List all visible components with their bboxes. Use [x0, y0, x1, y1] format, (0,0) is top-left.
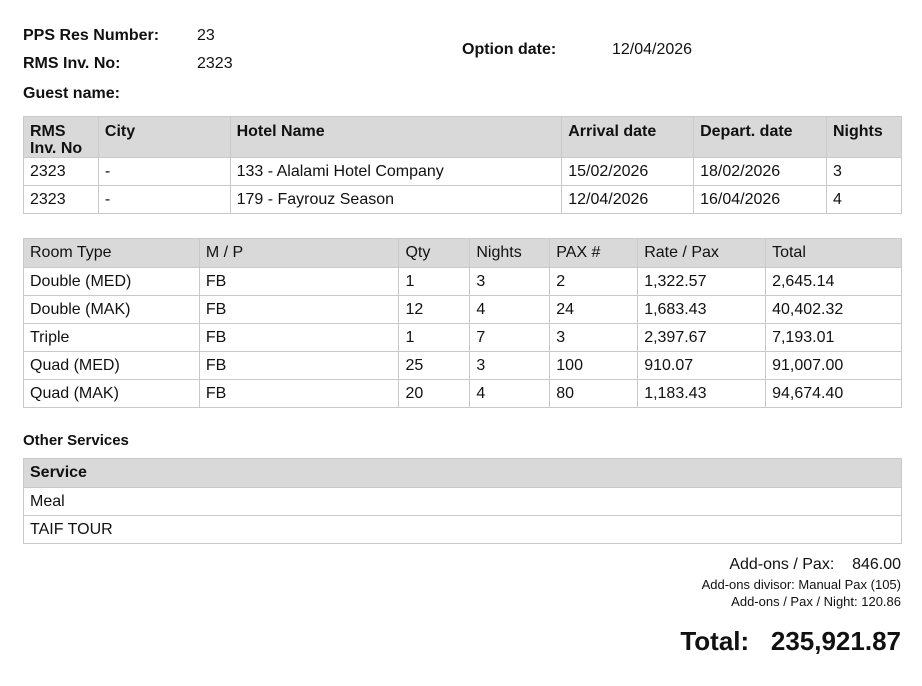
- cell: Triple: [23, 323, 200, 352]
- cell: 7: [469, 323, 551, 352]
- total-value: 235,921.87: [770, 626, 901, 656]
- cell: 15/02/2026: [561, 157, 695, 186]
- table-row: Meal: [23, 487, 902, 516]
- table-row: Quad (MED) FB 25 3 100 910.07 91,007.00: [23, 351, 902, 380]
- cell: 1: [398, 323, 471, 352]
- guest-name-label: Guest name:: [23, 85, 120, 102]
- col-pax: PAX #: [549, 238, 639, 268]
- cell: 2323: [23, 157, 99, 186]
- cell: 20: [398, 379, 471, 408]
- cell: 25: [398, 351, 471, 380]
- total-label: Total:: [680, 626, 750, 656]
- cell: 4: [826, 185, 902, 214]
- col-depart-date: Depart. date: [693, 116, 827, 158]
- cell: 16/04/2026: [693, 185, 827, 214]
- col-city: City: [97, 116, 231, 158]
- cell: 2: [549, 267, 639, 296]
- col-total: Total: [765, 238, 902, 268]
- rms-inv-label: RMS Inv. No:: [23, 55, 121, 72]
- cell: FB: [198, 351, 400, 380]
- other-services-title: Other Services: [23, 432, 129, 449]
- col-service: Service: [23, 458, 902, 488]
- cell: 3: [469, 351, 551, 380]
- addons-divisor: Add-ons divisor: Manual Pax (105): [701, 577, 901, 592]
- cell: 7,193.01: [765, 323, 902, 352]
- addons-per-pax: Add-ons / Pax: 846.00: [729, 556, 901, 574]
- cell: FB: [198, 379, 400, 408]
- addons-value: 846.00: [852, 556, 901, 573]
- pps-res-value: 23: [197, 27, 215, 44]
- cell: FB: [198, 323, 400, 352]
- col-nights: Nights: [469, 238, 551, 268]
- cell: 24: [549, 295, 639, 324]
- cell: 2,397.67: [637, 323, 767, 352]
- hotels-header-row: RMS Inv. No City Hotel Name Arrival date…: [23, 116, 902, 158]
- cell: 1: [398, 267, 471, 296]
- cell: Double (MED): [23, 267, 200, 296]
- table-row: TAIF TOUR: [23, 515, 902, 544]
- option-date-label: Option date:: [462, 41, 557, 58]
- cell: FB: [198, 267, 400, 296]
- cell: 12: [398, 295, 471, 324]
- cell: -: [97, 157, 231, 186]
- services-table: Service Meal TAIF TOUR: [23, 458, 902, 544]
- cell: 3: [826, 157, 902, 186]
- table-row: Double (MAK) FB 12 4 24 1,683.43 40,402.…: [23, 295, 902, 324]
- col-rms-inv: RMS Inv. No: [23, 116, 99, 158]
- cell: 80: [549, 379, 639, 408]
- hotels-table: RMS Inv. No City Hotel Name Arrival date…: [23, 116, 902, 214]
- col-qty: Qty: [398, 238, 471, 268]
- cell: 12/04/2026: [561, 185, 695, 214]
- addons-label: Add-ons / Pax:: [729, 556, 835, 573]
- cell: 3: [549, 323, 639, 352]
- option-date-value: 12/04/2026: [612, 41, 693, 58]
- cell: Quad (MAK): [23, 379, 200, 408]
- col-nights: Nights: [826, 116, 902, 158]
- rms-inv-value: 2323: [197, 55, 233, 72]
- cell: 3: [469, 267, 551, 296]
- table-row: Double (MED) FB 1 3 2 1,322.57 2,645.14: [23, 267, 902, 296]
- cell: Meal: [23, 487, 902, 516]
- col-rate-per-pax: Rate / Pax: [637, 238, 767, 268]
- cell: 179 - Fayrouz Season: [229, 185, 563, 214]
- table-row: Triple FB 1 7 3 2,397.67 7,193.01: [23, 323, 902, 352]
- table-row: Quad (MAK) FB 20 4 80 1,183.43 94,674.40: [23, 379, 902, 408]
- addons-per-night: Add-ons / Pax / Night: 120.86: [731, 594, 901, 609]
- cell: 4: [469, 295, 551, 324]
- cell: Double (MAK): [23, 295, 200, 324]
- rooms-header-row: Room Type M / P Qty Nights PAX # Rate / …: [23, 238, 902, 268]
- cell: TAIF TOUR: [23, 515, 902, 544]
- cell: 1,322.57: [637, 267, 767, 296]
- cell: -: [97, 185, 231, 214]
- cell: 1,683.43: [637, 295, 767, 324]
- grand-total: Total: 235,921.87: [680, 626, 901, 657]
- cell: 94,674.40: [765, 379, 902, 408]
- cell: 40,402.32: [765, 295, 902, 324]
- cell: FB: [198, 295, 400, 324]
- table-row: 2323 - 179 - Fayrouz Season 12/04/2026 1…: [23, 185, 902, 214]
- cell: 1,183.43: [637, 379, 767, 408]
- cell: 91,007.00: [765, 351, 902, 380]
- rooms-table: Room Type M / P Qty Nights PAX # Rate / …: [23, 238, 902, 408]
- cell: 18/02/2026: [693, 157, 827, 186]
- cell: 100: [549, 351, 639, 380]
- table-row: 2323 - 133 - Alalami Hotel Company 15/02…: [23, 157, 902, 186]
- col-arrival-date: Arrival date: [561, 116, 695, 158]
- pps-res-label: PPS Res Number:: [23, 27, 160, 44]
- cell: 133 - Alalami Hotel Company: [229, 157, 563, 186]
- col-hotel-name: Hotel Name: [229, 116, 563, 158]
- cell: Quad (MED): [23, 351, 200, 380]
- cell: 2,645.14: [765, 267, 902, 296]
- cell: 910.07: [637, 351, 767, 380]
- col-room-type: Room Type: [23, 238, 200, 268]
- cell: 4: [469, 379, 551, 408]
- cell: 2323: [23, 185, 99, 214]
- services-header-row: Service: [23, 458, 902, 488]
- col-meal-plan: M / P: [198, 238, 400, 268]
